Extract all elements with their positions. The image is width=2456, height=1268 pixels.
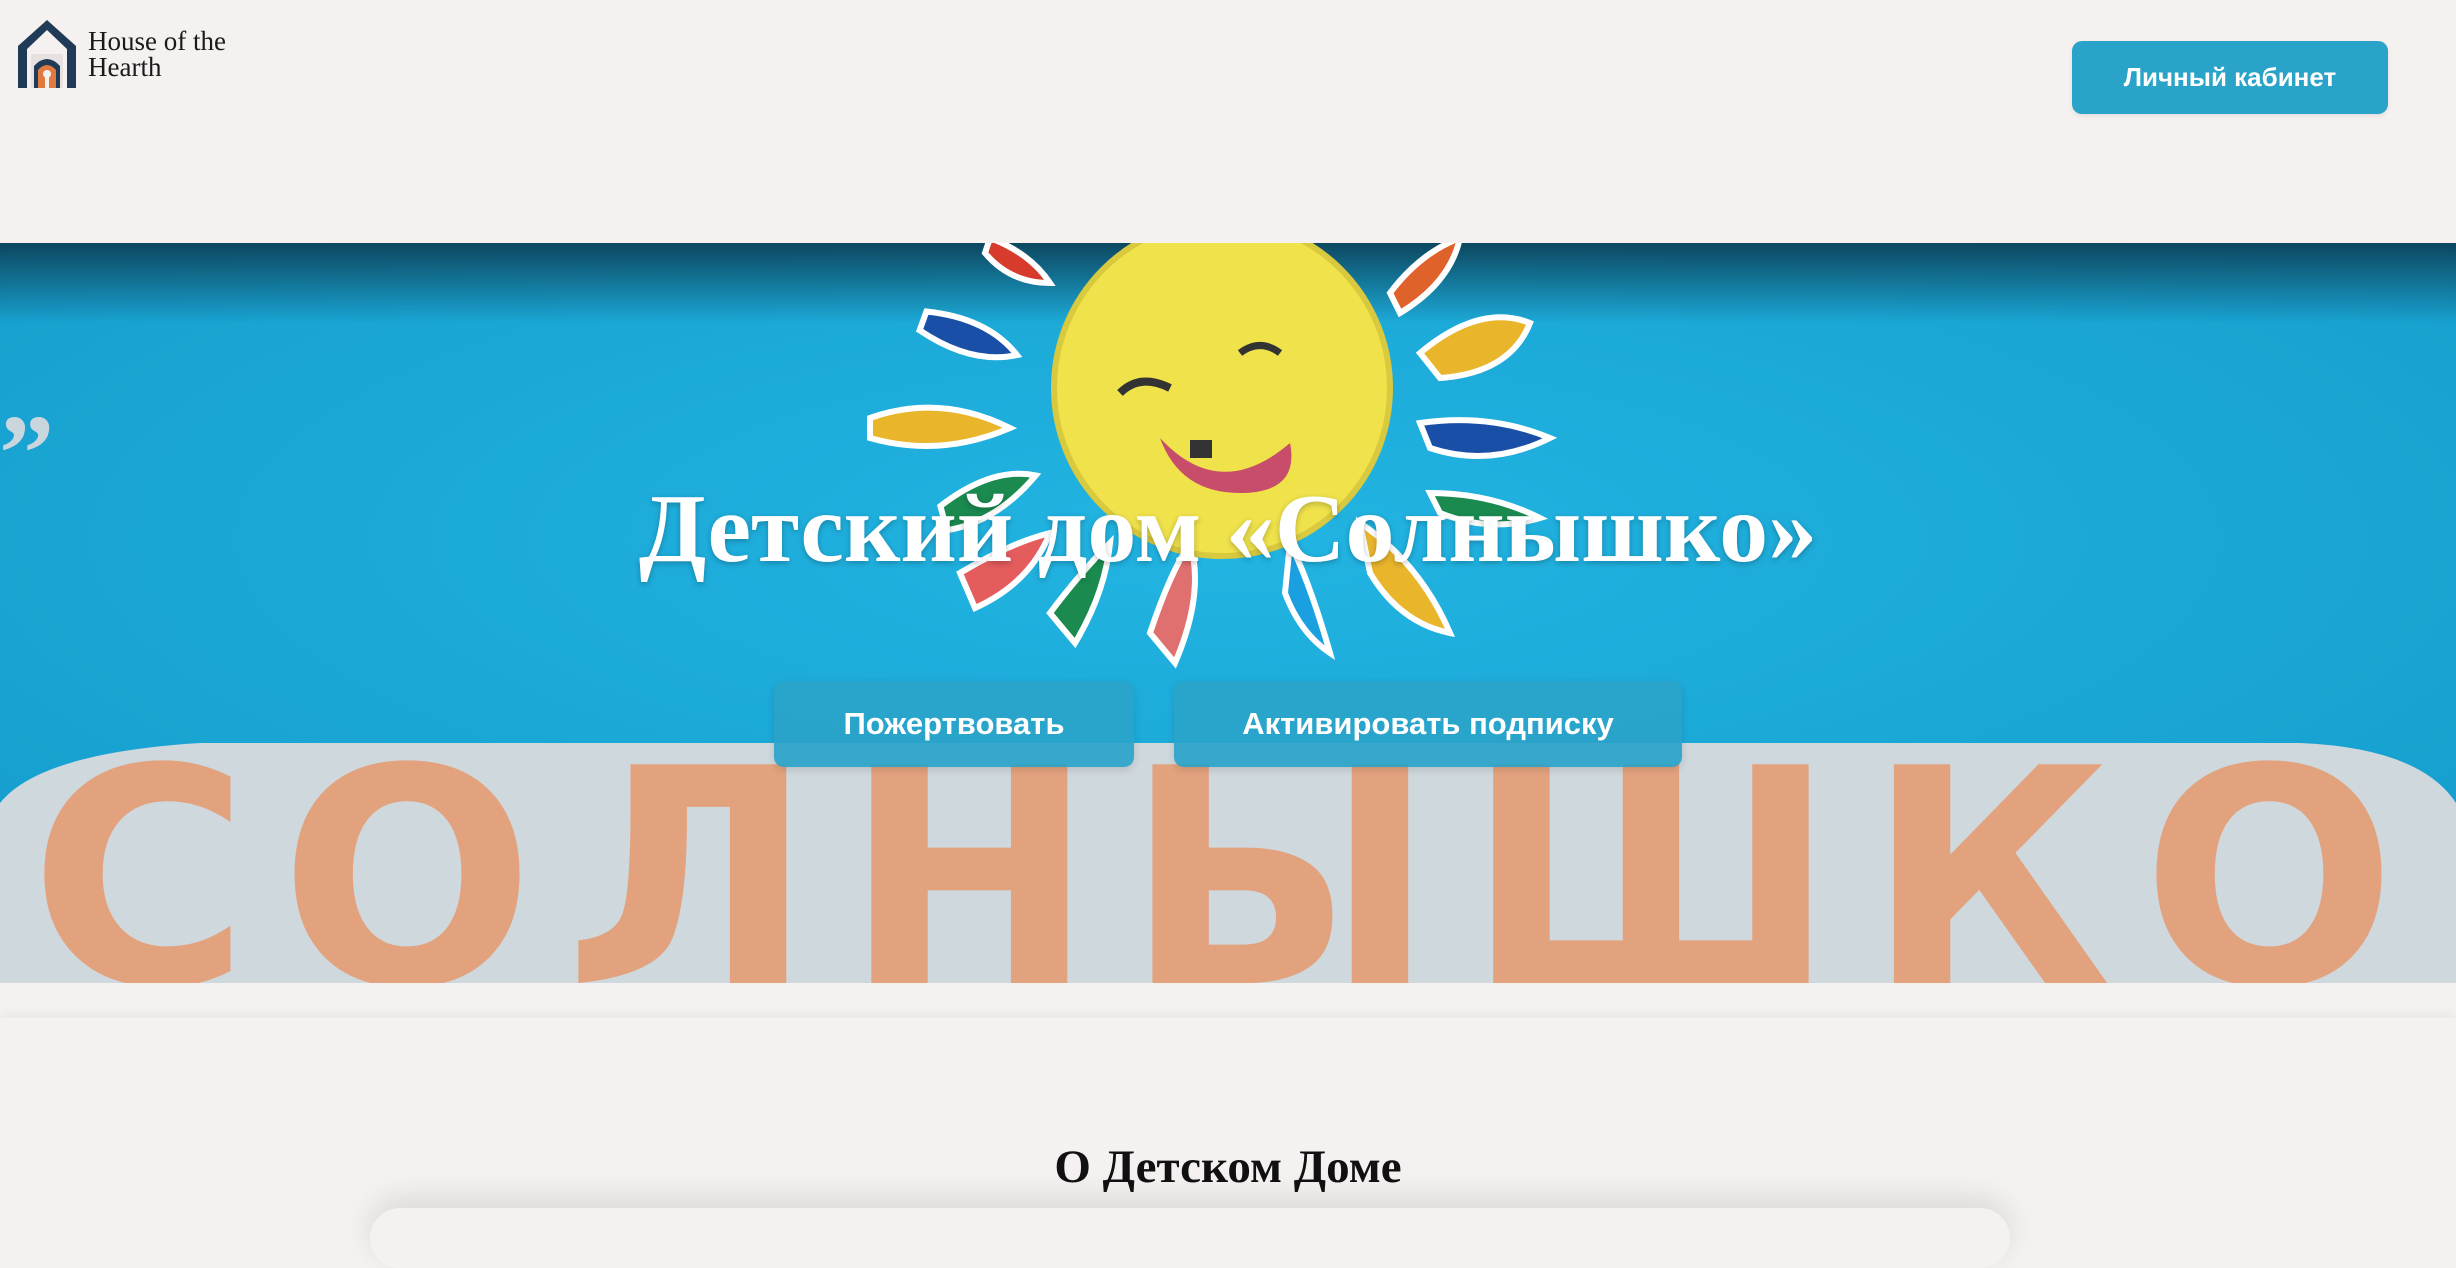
house-logo-icon [18,20,76,88]
logo-text-line2: Hearth [88,52,162,82]
personal-account-button[interactable]: Личный кабинет [2072,41,2388,114]
logo-text: House of the Hearth [88,16,226,82]
about-section: О Детском Доме [0,1018,2456,1232]
logo[interactable]: House of the Hearth [14,16,226,90]
hero-actions: Пожертвовать Активировать подписку [0,681,2456,767]
logo-text-line1: House of the [88,26,226,56]
hero-title: Детский дом «Солнышко» [638,475,1818,583]
about-title: О Детском Доме [1054,1141,1402,1193]
activate-subscription-button[interactable]: Активировать подписку [1174,681,1682,767]
svg-text:„: „ [0,335,55,457]
site-header: House of the Hearth Личный кабинет [0,0,2456,243]
hero-section: „ СОЛНЫШКО Детский дом «Солнышко» Пожерт… [0,243,2456,983]
hero-background-image: „ СОЛНЫШКО [0,243,2456,983]
donate-button[interactable]: Пожертвовать [774,681,1134,767]
about-card [370,1208,2010,1268]
